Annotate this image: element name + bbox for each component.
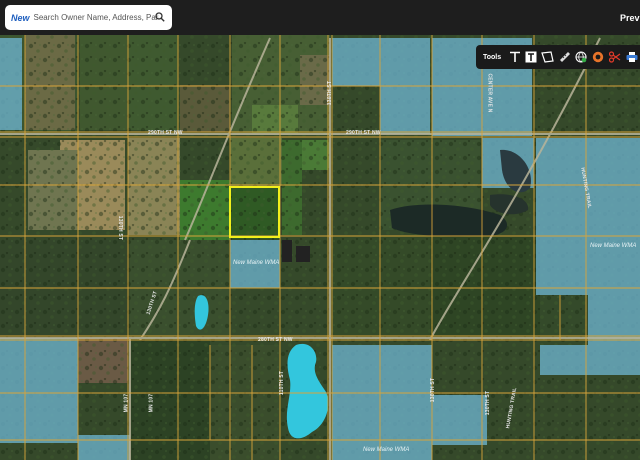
text-icon[interactable] [506, 47, 523, 67]
road-label: MN 107 [123, 393, 130, 413]
aerial-imagery [0, 35, 640, 460]
top-bar: New Previ [0, 0, 640, 35]
ruler-icon[interactable] [556, 47, 573, 67]
parcel-map[interactable]: 290TH ST NW 290TH ST NW 280TH ST NW 130T… [0, 35, 640, 460]
globe-icon[interactable] [573, 47, 590, 67]
road-label: 130TH ST [485, 390, 492, 416]
wma-label: New Maine WMA [363, 447, 410, 453]
buffer-icon[interactable] [590, 47, 607, 67]
wma-label: New Maine WMA [233, 260, 280, 266]
road-label: 280TH ST NW [258, 337, 293, 343]
road-label: 130TH ST [430, 377, 437, 403]
road-label: MN 107 [148, 393, 155, 413]
map-toolbar: Tools [476, 45, 640, 69]
new-search-badge[interactable]: New [11, 13, 30, 23]
wma-label: New Maine WMA [590, 243, 637, 249]
road-label: CENTER AVE N [486, 73, 493, 113]
road-label: 290TH ST NW [346, 130, 381, 136]
scissors-icon[interactable] [607, 47, 624, 67]
road-label: 130TH ST [117, 215, 124, 241]
search-icon[interactable] [155, 12, 165, 22]
road-label: 130TH ST [327, 80, 334, 106]
print-icon[interactable] [623, 47, 640, 67]
preview-button[interactable]: Previ [620, 13, 640, 23]
search-input[interactable] [33, 13, 159, 22]
road-label: 110TH ST [279, 370, 286, 396]
search-box[interactable]: New [5, 5, 172, 30]
polygon-icon[interactable] [540, 47, 557, 67]
toolbar-label: Tools [483, 53, 502, 61]
road-label: 290TH ST NW [148, 130, 183, 136]
text-box-icon[interactable] [523, 47, 540, 67]
